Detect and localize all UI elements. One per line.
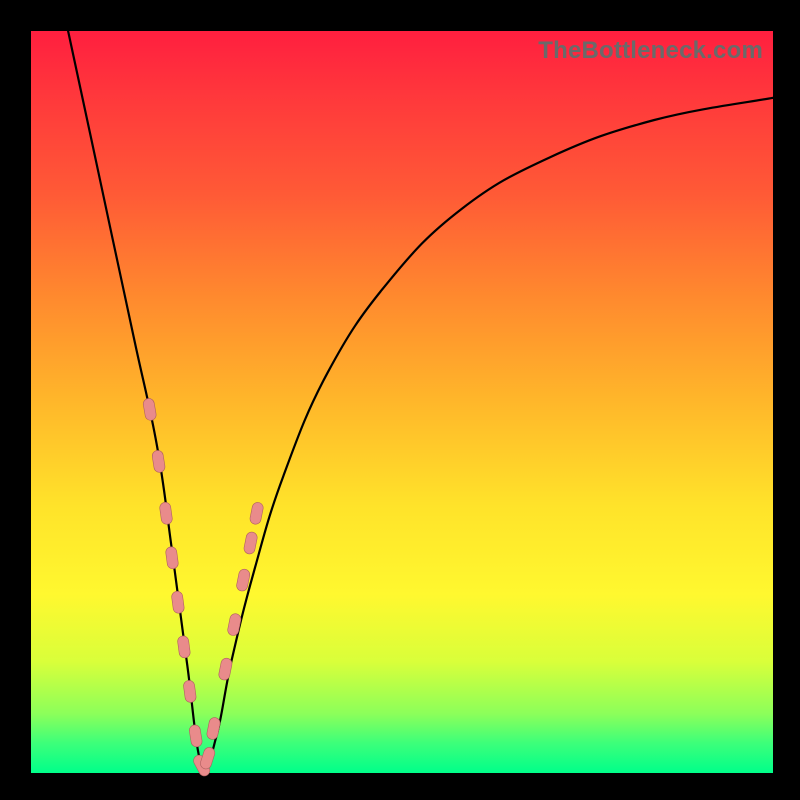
chart-frame: TheBottleneck.com — [0, 0, 800, 800]
bead-marker — [199, 746, 216, 770]
bead-marker — [183, 680, 197, 703]
bead-marker — [177, 635, 191, 658]
bead-marker — [206, 717, 221, 741]
curve-layer — [31, 31, 773, 773]
bead-marker — [189, 724, 203, 747]
bead-marker — [243, 531, 258, 555]
bead-group — [142, 398, 264, 778]
bottleneck-curve — [68, 31, 773, 770]
bead-marker — [159, 502, 173, 525]
bead-marker — [171, 591, 185, 614]
bead-marker — [249, 501, 264, 525]
plot-area: TheBottleneck.com — [31, 31, 773, 773]
bead-marker — [151, 450, 165, 473]
bead-marker — [165, 546, 179, 569]
bead-marker — [227, 613, 242, 637]
bead-marker — [218, 657, 233, 681]
bead-marker — [142, 398, 157, 422]
